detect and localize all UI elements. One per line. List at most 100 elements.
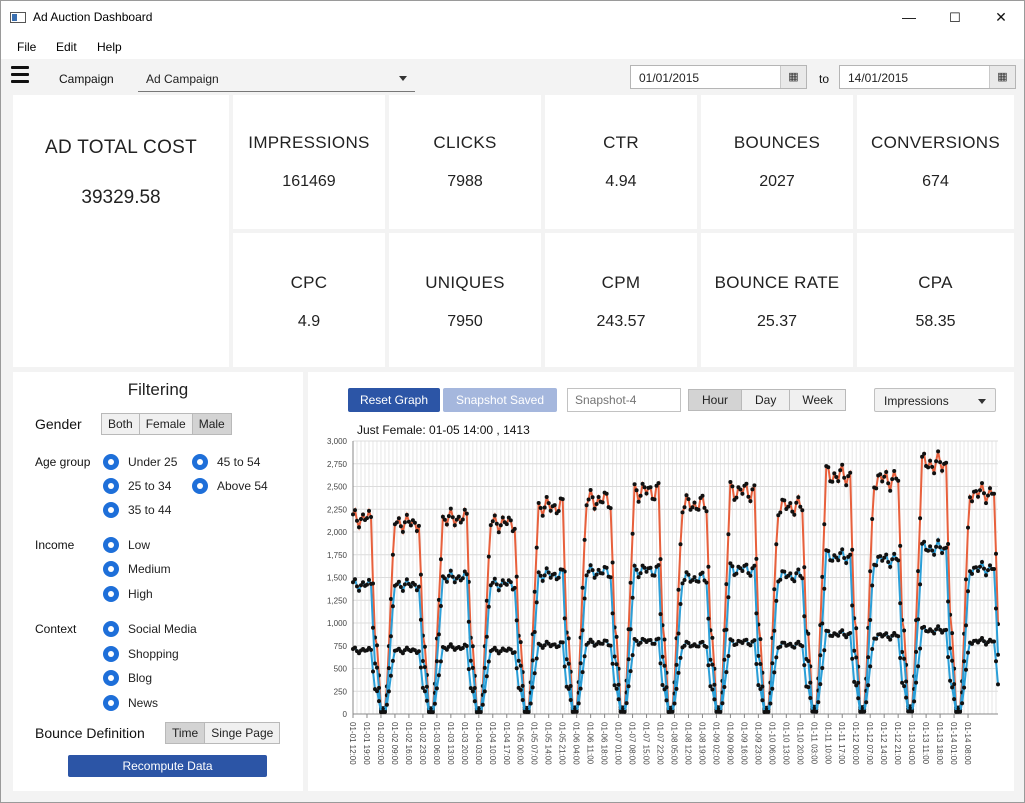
y-tick-label: 1,500 bbox=[327, 574, 348, 583]
data-point-female bbox=[982, 566, 986, 571]
data-point-all bbox=[988, 486, 992, 491]
data-point-female bbox=[992, 567, 996, 571]
hamburger-menu-icon[interactable] bbox=[11, 66, 29, 86]
data-point-all bbox=[658, 557, 663, 562]
data-point-all bbox=[678, 542, 683, 547]
y-tick-label: 0 bbox=[343, 710, 348, 719]
campaign-select[interactable]: Ad Campaign bbox=[138, 66, 415, 92]
radio-label: 35 to 44 bbox=[128, 503, 172, 517]
x-tick-label: 01-05 14:00 bbox=[544, 722, 553, 765]
data-point-male bbox=[850, 656, 855, 661]
data-point-all bbox=[398, 524, 403, 529]
data-point-male bbox=[822, 648, 827, 653]
menu-help[interactable]: Help bbox=[97, 40, 122, 54]
recompute-data-button[interactable]: Recompute Data bbox=[68, 755, 267, 777]
data-point-all bbox=[470, 644, 475, 649]
x-tick-label: 01-08 12:00 bbox=[683, 722, 692, 765]
data-point-male bbox=[774, 655, 779, 660]
x-tick-label: 01-07 01:00 bbox=[614, 722, 623, 765]
maximize-button[interactable]: ☐ bbox=[932, 1, 978, 34]
x-tick-label: 01-02 09:00 bbox=[390, 722, 399, 765]
data-point-female bbox=[782, 569, 787, 574]
radio-label: High bbox=[128, 587, 153, 601]
data-point-female bbox=[892, 551, 897, 556]
y-tick-label: 500 bbox=[334, 665, 348, 674]
calendar-icon[interactable]: ▦ bbox=[780, 66, 806, 88]
data-point-male bbox=[530, 685, 535, 690]
data-point-female bbox=[806, 659, 811, 663]
data-point-all bbox=[365, 516, 369, 521]
data-point-all bbox=[456, 514, 461, 519]
data-point-male bbox=[874, 636, 879, 641]
data-point-all bbox=[652, 497, 657, 502]
data-point-female bbox=[988, 563, 992, 568]
data-point-all bbox=[656, 481, 661, 486]
data-point-all bbox=[970, 499, 974, 504]
close-button[interactable]: ✕ bbox=[978, 1, 1024, 34]
menu-file[interactable]: File bbox=[17, 40, 36, 54]
x-tick-label: 01-09 23:00 bbox=[753, 722, 762, 765]
data-point-all bbox=[596, 495, 601, 499]
data-point-all bbox=[902, 628, 907, 633]
data-point-female bbox=[794, 571, 799, 576]
data-point-male bbox=[754, 662, 759, 666]
x-tick-label: 01-10 13:00 bbox=[781, 722, 790, 765]
x-tick-label: 01-11 17:00 bbox=[837, 722, 846, 765]
data-point-male bbox=[820, 666, 825, 670]
graph-panel: Reset Graph Snapshot Saved Hour Day Week… bbox=[308, 372, 1014, 791]
data-point-all bbox=[928, 458, 933, 463]
data-point-all bbox=[614, 634, 619, 639]
data-point-all bbox=[588, 488, 593, 492]
data-point-female bbox=[842, 556, 847, 560]
data-point-all bbox=[750, 487, 755, 492]
tile-conversions: CONVERSIONS 674 bbox=[857, 95, 1014, 229]
data-point-female bbox=[422, 665, 427, 670]
data-point-all bbox=[792, 512, 797, 517]
data-point-all bbox=[806, 631, 811, 636]
bounce-single-page-button[interactable]: Singe Page bbox=[204, 722, 281, 744]
data-point-female bbox=[642, 565, 647, 570]
end-date-field[interactable]: 14/01/2015 ▦ bbox=[839, 65, 1016, 89]
data-point-female bbox=[594, 572, 599, 577]
data-point-female bbox=[696, 579, 701, 584]
data-point-male bbox=[772, 670, 777, 675]
data-point-female bbox=[436, 632, 441, 637]
data-point-female bbox=[365, 582, 369, 587]
data-point-female bbox=[886, 560, 891, 564]
data-point-female bbox=[722, 657, 727, 662]
x-tick-label: 01-05 21:00 bbox=[558, 722, 567, 765]
minimize-button[interactable]: — bbox=[886, 1, 932, 34]
data-point-all bbox=[974, 489, 978, 494]
data-point-all bbox=[976, 494, 980, 499]
data-point-female bbox=[414, 588, 419, 593]
start-date-field[interactable]: 01/01/2015 ▦ bbox=[630, 65, 807, 89]
gender-male-button[interactable]: Male bbox=[191, 413, 232, 435]
data-point-female bbox=[560, 567, 565, 572]
data-point-all bbox=[361, 512, 365, 517]
data-point-all bbox=[514, 574, 519, 579]
data-point-all bbox=[642, 485, 647, 490]
y-tick-label: 3,000 bbox=[327, 437, 348, 446]
bounce-time-button[interactable]: Time bbox=[165, 722, 206, 744]
data-point-male bbox=[888, 637, 893, 642]
gender-both-button[interactable]: Both bbox=[101, 413, 140, 435]
data-point-male bbox=[944, 627, 949, 632]
data-point-all bbox=[404, 512, 409, 517]
data-point-male bbox=[758, 687, 763, 691]
x-tick-label: 01-12 14:00 bbox=[879, 722, 888, 765]
calendar-icon[interactable]: ▦ bbox=[989, 66, 1015, 88]
data-point-female bbox=[636, 575, 641, 580]
data-point-all bbox=[700, 493, 705, 498]
impressions-chart[interactable]: 0 250 500 750 1,000 1,250 1,500 1,750 2,000 2,250… bbox=[308, 372, 1014, 791]
data-point-male bbox=[748, 643, 753, 648]
data-point-all bbox=[610, 560, 615, 565]
data-point-female bbox=[388, 634, 393, 639]
data-point-male bbox=[852, 679, 857, 684]
gender-female-button[interactable]: Female bbox=[138, 413, 193, 435]
data-point-all bbox=[794, 500, 799, 505]
menu-edit[interactable]: Edit bbox=[56, 40, 77, 54]
data-point-all bbox=[774, 542, 779, 547]
gender-label: Gender bbox=[35, 416, 82, 432]
data-point-male bbox=[718, 709, 723, 714]
data-point-female bbox=[994, 606, 998, 611]
